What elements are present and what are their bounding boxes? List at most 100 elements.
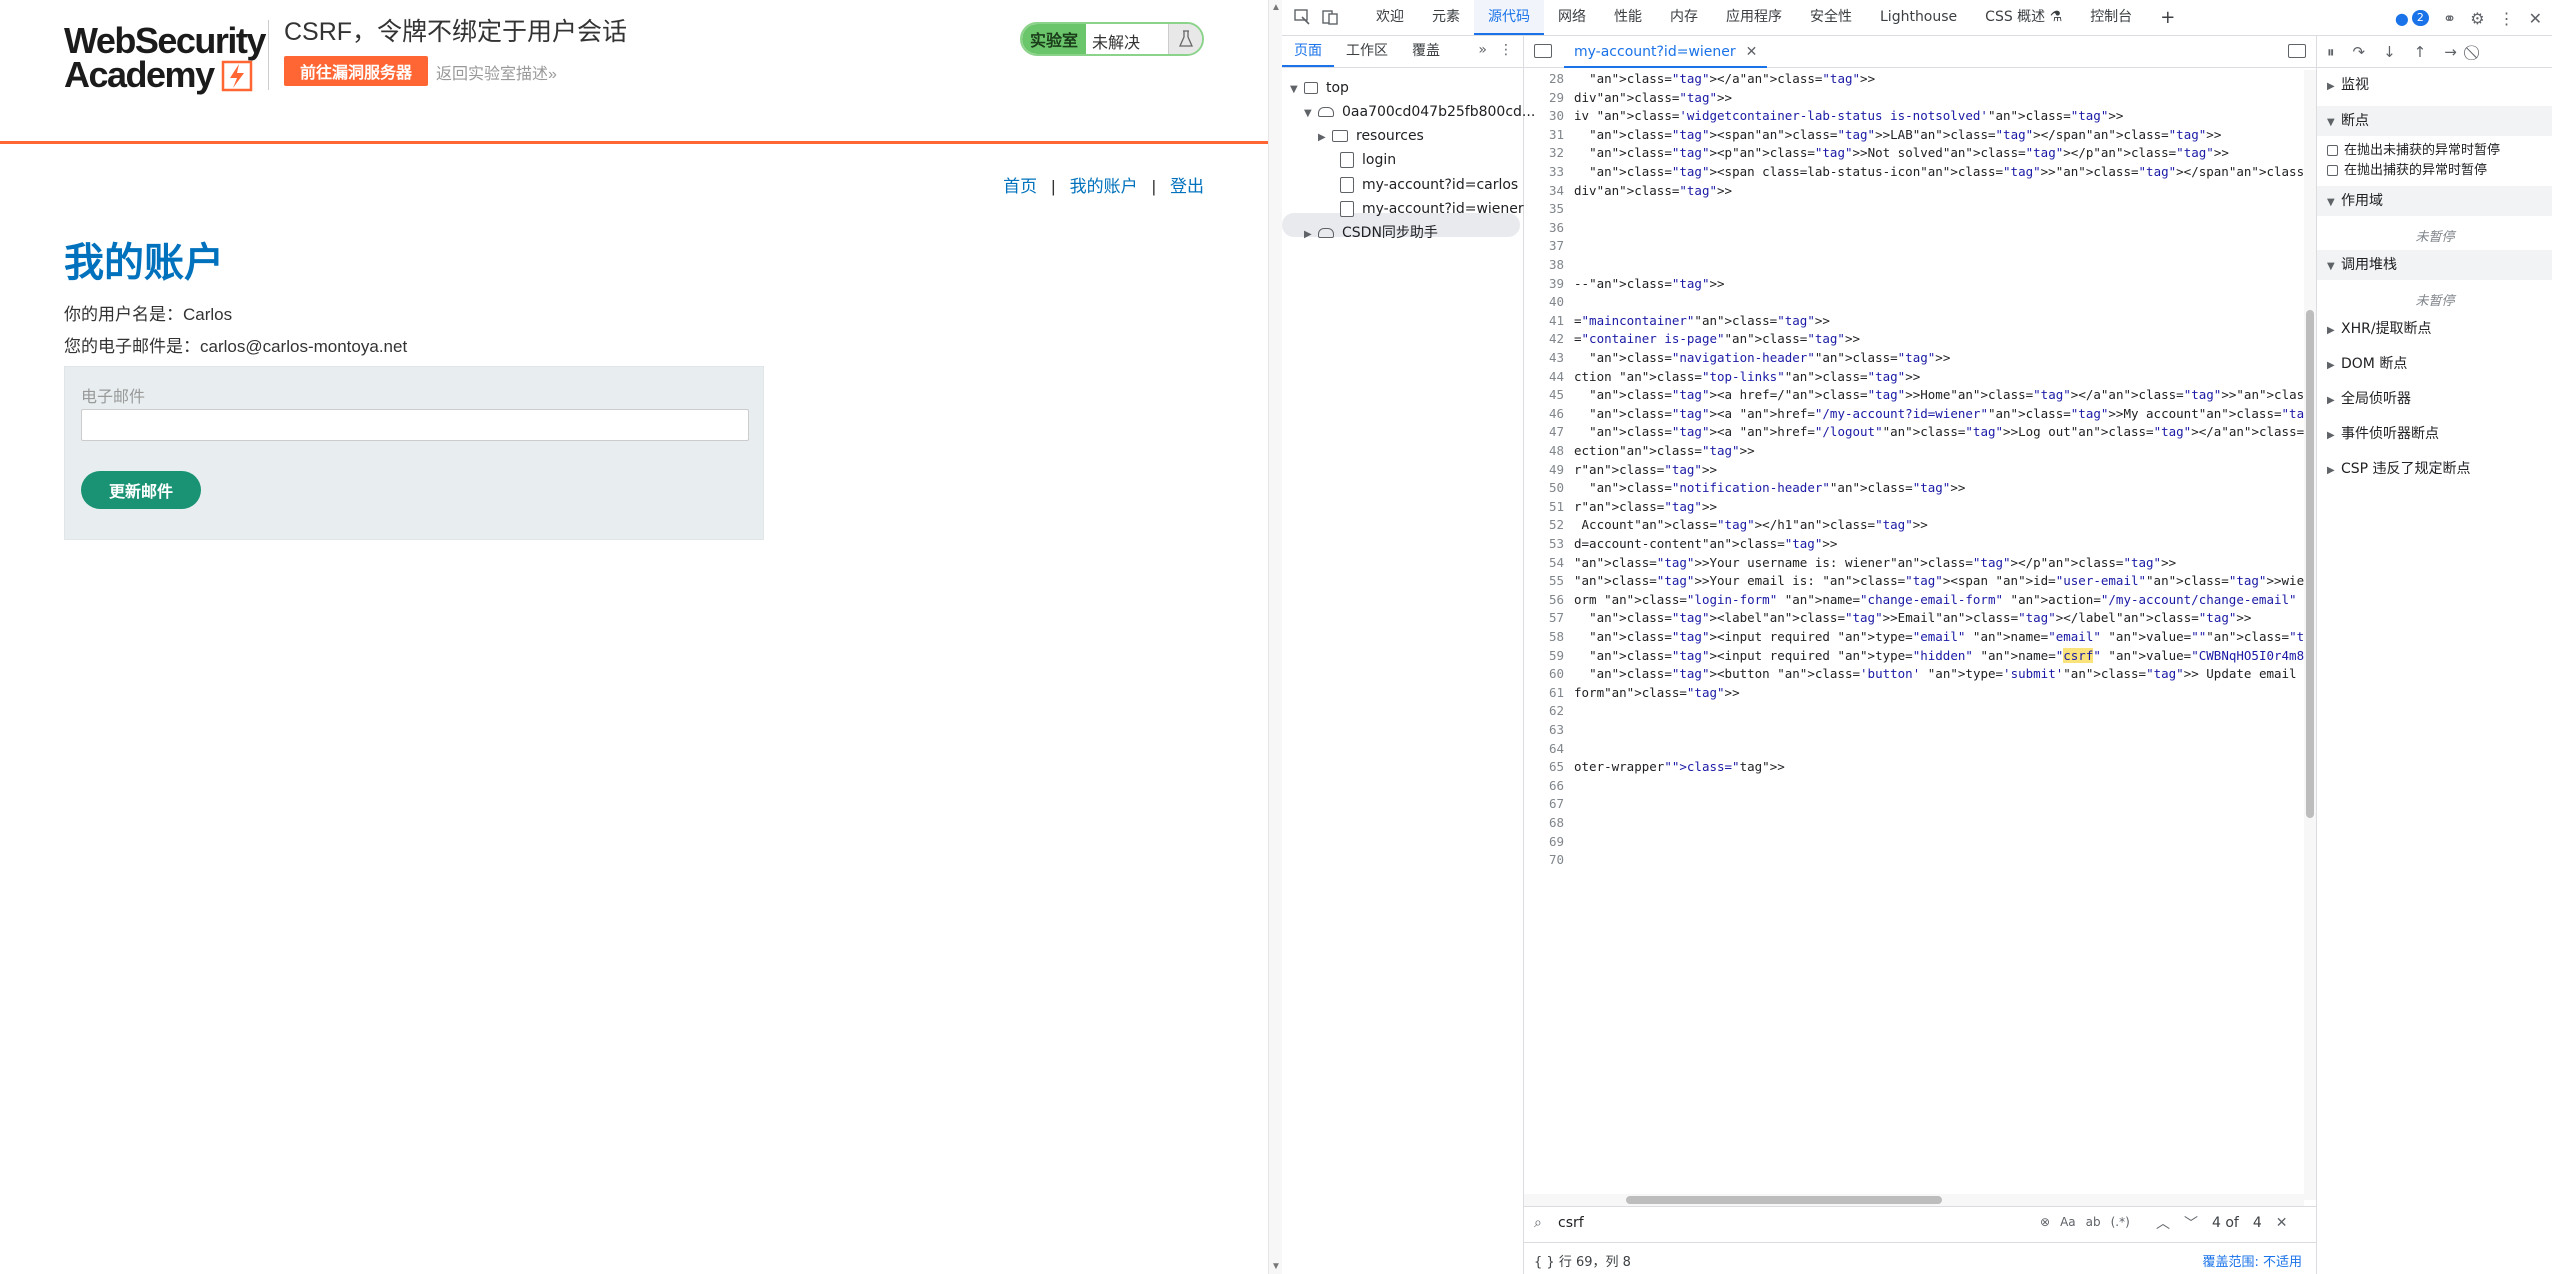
pause-caught-option[interactable]: 在抛出捕获的异常时暂停	[2317, 160, 2552, 182]
line-number[interactable]: 36	[1524, 219, 1564, 237]
email-input[interactable]	[81, 409, 749, 441]
code-line[interactable]: 47 "an">class="tag"><a "an">href="/logou…	[1524, 423, 2304, 441]
line-number[interactable]: 53	[1524, 535, 1564, 553]
tab-network[interactable]: 网络	[1544, 0, 1600, 35]
clear-search-icon[interactable]: ⊗	[2040, 1215, 2050, 1229]
code-line[interactable]: 63	[1524, 721, 2304, 739]
more-tabs-icon[interactable]: »	[1478, 42, 1487, 58]
tree-item-my-account-carlos[interactable]: my-account?id=carlos	[1340, 173, 1518, 197]
line-number[interactable]: 70	[1524, 851, 1564, 869]
line-number[interactable]: 43	[1524, 349, 1564, 367]
line-number[interactable]: 42	[1524, 330, 1564, 348]
close-tab-icon[interactable]: ✕	[1746, 44, 1758, 60]
code-line[interactable]: 41 ="maincontainer""an">class="tag">>	[1524, 312, 2304, 330]
code-line[interactable]: 53 d=account-content"an">class="tag">>	[1524, 535, 2304, 553]
pretty-print-icon[interactable]: { }	[1534, 1255, 1555, 1270]
code-line[interactable]: 70	[1524, 851, 2304, 869]
nav-logout-link[interactable]: 登出	[1170, 172, 1204, 197]
nav-my-account-link[interactable]: 我的账户	[1070, 172, 1138, 197]
tab-css-overview[interactable]: CSS 概述 ⚗	[1971, 0, 2076, 35]
nav-tab-overrides[interactable]: 覆盖	[1400, 36, 1452, 67]
code-line[interactable]: 57 "an">class="tag"><label"an">class="ta…	[1524, 609, 2304, 627]
line-number[interactable]: 64	[1524, 740, 1564, 758]
whole-word-icon[interactable]: ab	[2086, 1215, 2101, 1229]
line-number[interactable]: 56	[1524, 591, 1564, 609]
tree-item-resources[interactable]: ▶ resources	[1318, 124, 1424, 148]
code-line[interactable]: 31 "an">class="tag"><span"an">class="tag…	[1524, 126, 2304, 144]
code-line[interactable]: 55 "an">class="tag">>Your email is: "an">…	[1524, 572, 2304, 590]
tab-welcome[interactable]: 欢迎	[1362, 0, 1418, 35]
line-number[interactable]: 54	[1524, 554, 1564, 572]
code-line[interactable]: 28 "an">class="tag"></a"an">class="tag">…	[1524, 70, 2304, 88]
scroll-thumb[interactable]	[1626, 1196, 1942, 1204]
tree-item-domain[interactable]: ▼ 0aa700cd047b25fb800cd...	[1304, 100, 1535, 124]
line-number[interactable]: 61	[1524, 684, 1564, 702]
editor-horizontal-scrollbar[interactable]	[1524, 1194, 2304, 1206]
tab-performance[interactable]: 性能	[1600, 0, 1656, 35]
line-number[interactable]: 35	[1524, 200, 1564, 218]
checkbox[interactable]	[2327, 165, 2338, 176]
code-view[interactable]: 28 "an">class="tag"></a"an">class="tag">…	[1524, 70, 2304, 1200]
code-line[interactable]: 45 "an">class="tag"><a href=/"an">class=…	[1524, 386, 2304, 404]
line-number[interactable]: 69	[1524, 833, 1564, 851]
code-line[interactable]: 64	[1524, 740, 2304, 758]
code-line[interactable]: 40	[1524, 293, 2304, 311]
line-number[interactable]: 68	[1524, 814, 1564, 832]
scroll-down-icon[interactable]: ▼	[1269, 1261, 1283, 1272]
line-number[interactable]: 34	[1524, 182, 1564, 200]
code-line[interactable]: 65 oter-wrapper"">class="tag">>	[1524, 758, 2304, 776]
code-line[interactable]: 49 r"an">class="tag">>	[1524, 461, 2304, 479]
code-line[interactable]: 60 "an">class="tag"><button "an">class='…	[1524, 665, 2304, 683]
line-number[interactable]: 33	[1524, 163, 1564, 181]
nav-home-link[interactable]: 首页	[1003, 172, 1037, 197]
line-number[interactable]: 65	[1524, 758, 1564, 776]
pause-uncaught-option[interactable]: 在抛出未捕获的异常时暂停	[2317, 140, 2552, 162]
code-line[interactable]: 50 "an">class="notification-header""an">…	[1524, 479, 2304, 497]
link-icon[interactable]: ⚭	[2443, 9, 2456, 28]
close-icon[interactable]: ✕	[2529, 9, 2542, 28]
section-xhr-breakpoints[interactable]: ▶ XHR/提取断点	[2317, 314, 2552, 344]
gear-icon[interactable]: ⚙	[2470, 9, 2484, 28]
device-toolbar-icon[interactable]	[1320, 8, 1340, 28]
code-line[interactable]: 59 "an">class="tag"><input required "an"…	[1524, 647, 2304, 665]
section-dom-breakpoints[interactable]: ▶ DOM 断点	[2317, 349, 2552, 379]
line-number[interactable]: 57	[1524, 609, 1564, 627]
code-line[interactable]: 43 "an">class="navigation-header""an">cl…	[1524, 349, 2304, 367]
line-number[interactable]: 66	[1524, 777, 1564, 795]
line-number[interactable]: 44	[1524, 368, 1564, 386]
code-line[interactable]: 35	[1524, 200, 2304, 218]
tab-console[interactable]: 控制台	[2076, 0, 2146, 35]
code-line[interactable]: 29 div"an">class="tag">>	[1524, 89, 2304, 107]
web-security-academy-logo[interactable]: WebSecurity Academy	[64, 20, 270, 95]
inspect-element-icon[interactable]	[1292, 8, 1312, 28]
line-number[interactable]: 45	[1524, 386, 1564, 404]
line-number[interactable]: 40	[1524, 293, 1564, 311]
step-into-icon[interactable]: ↓	[2383, 43, 2396, 61]
issues-badge[interactable]: ● 2	[2395, 9, 2429, 28]
code-line[interactable]: 62	[1524, 702, 2304, 720]
code-line[interactable]: 30 iv "an">class='widgetcontainer-lab-sta…	[1524, 107, 2304, 125]
code-line[interactable]: 69	[1524, 833, 2304, 851]
code-line[interactable]: 58 "an">class="tag"><input required "an"…	[1524, 628, 2304, 646]
line-number[interactable]: 41	[1524, 312, 1564, 330]
step-over-icon[interactable]: ↷	[2353, 43, 2366, 61]
line-number[interactable]: 51	[1524, 498, 1564, 516]
scroll-up-icon[interactable]: ▲	[1269, 2, 1283, 13]
line-number[interactable]: 47	[1524, 423, 1564, 441]
regex-icon[interactable]: (.*)	[2111, 1215, 2130, 1229]
nav-tab-workspace[interactable]: 工作区	[1334, 36, 1400, 67]
code-line[interactable]: 32 "an">class="tag"><p"an">class="tag">>…	[1524, 144, 2304, 162]
line-number[interactable]: 37	[1524, 237, 1564, 255]
close-search-icon[interactable]: ✕	[2276, 1215, 2288, 1231]
code-line[interactable]: 37	[1524, 237, 2304, 255]
scroll-thumb[interactable]	[2306, 310, 2314, 818]
editor-tab-file[interactable]: my-account?id=wiener ✕	[1564, 36, 1768, 68]
tree-item-login[interactable]: login	[1340, 148, 1396, 172]
step-out-icon[interactable]: ↑	[2414, 43, 2427, 61]
line-number[interactable]: 30	[1524, 107, 1564, 125]
section-csp-breakpoints[interactable]: ▶ CSP 违反了规定断点	[2317, 454, 2552, 484]
line-number[interactable]: 31	[1524, 126, 1564, 144]
code-line[interactable]: 56 orm "an">class="login-form" "an">name=…	[1524, 591, 2304, 609]
match-case-icon[interactable]: Aa	[2060, 1215, 2076, 1229]
line-number[interactable]: 55	[1524, 572, 1564, 590]
